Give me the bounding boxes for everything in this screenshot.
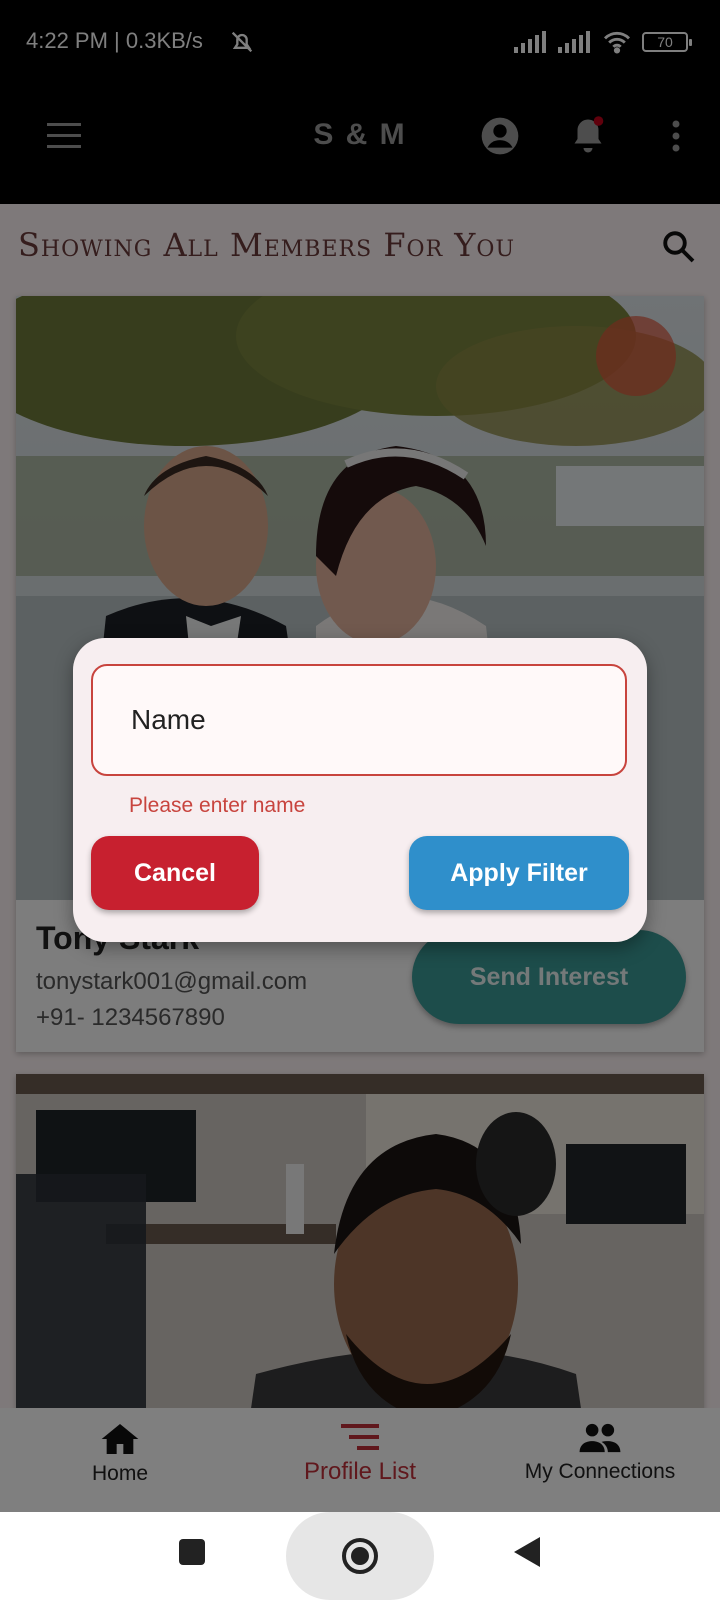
recents-icon[interactable] bbox=[172, 1532, 212, 1572]
apply-filter-button[interactable]: Apply Filter bbox=[409, 836, 629, 910]
system-navigation-bar bbox=[0, 1512, 720, 1600]
back-icon[interactable] bbox=[508, 1532, 548, 1572]
name-error-text: Please enter name bbox=[129, 794, 306, 817]
cancel-button[interactable]: Cancel bbox=[91, 836, 259, 910]
filter-dialog: Please enter name Cancel Apply Filter bbox=[73, 638, 647, 942]
home-circle-icon[interactable] bbox=[286, 1512, 434, 1600]
name-input[interactable] bbox=[91, 664, 627, 776]
